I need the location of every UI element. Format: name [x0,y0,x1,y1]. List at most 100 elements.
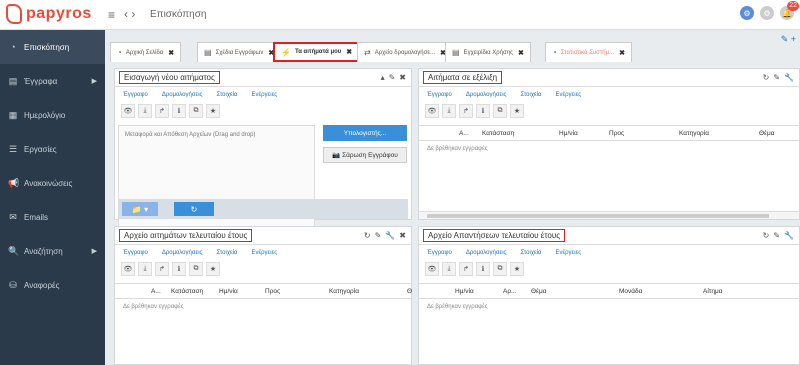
refresh-icon[interactable]: ↻ [364,231,371,240]
close-tab-icon[interactable]: ✖ [518,49,524,57]
tab-4[interactable]: ▤ Εγχειρίδια Χρήσης ✖ [445,42,531,62]
subnav-link[interactable]: Ενέργειες [251,92,277,101]
subnav-link[interactable]: Στοιχεία [216,250,237,259]
wrench-icon[interactable]: 🔧 [385,231,395,240]
scrollbar-thumb[interactable] [427,214,769,218]
download-icon[interactable]: ⤓ [442,104,456,118]
copy-icon[interactable]: ⧉ [189,104,203,118]
subnav-link[interactable]: Δρομολογήσεις [466,92,507,101]
column-header[interactable]: Κατηγορία [329,288,359,295]
horizontal-scrollbar[interactable] [419,211,799,219]
subnav-link[interactable]: Ενέργειες [251,250,277,259]
share-icon[interactable]: ↱ [459,104,473,118]
subnav-link[interactable]: Στοιχεία [520,92,541,101]
download-icon[interactable]: ⤓ [138,262,152,276]
view-icon[interactable]: 👁 [121,262,135,276]
edit-icon[interactable]: ✎ [389,73,396,82]
wrench-icon[interactable]: 🔧 [784,73,794,82]
share-icon[interactable]: ↱ [155,262,169,276]
column-header[interactable]: Μονάδα [619,288,642,295]
column-header[interactable]: Αίτημα [703,288,722,295]
close-icon[interactable]: ✖ [399,231,406,240]
subnav-link[interactable]: Έγγραφο [123,92,148,101]
subnav-link[interactable]: Ενέργειες [555,250,581,259]
star-icon[interactable]: ★ [510,104,524,118]
star-icon[interactable]: ★ [206,104,220,118]
close-tab-icon[interactable]: ✖ [619,49,625,57]
column-header[interactable]: Αρ... [503,288,516,295]
column-header[interactable]: Α... [151,288,161,295]
copy-icon[interactable]: ⧉ [189,262,203,276]
gear-icon[interactable]: ⚙ [760,6,774,20]
star-icon[interactable]: ★ [510,262,524,276]
nav-arrows[interactable]: ‹ › [124,7,135,21]
wrench-icon[interactable]: 🔧 [784,231,794,240]
sidebar-item-2[interactable]: ▦ Ημερολόγιο [0,98,105,132]
sidebar-item-3[interactable]: ☰ Εργασίες [0,132,105,166]
sidebar-item-4[interactable]: 📢 Ανακοινώσεις [0,166,105,200]
collapse-icon[interactable]: ▴ [381,73,385,82]
info-icon[interactable]: ℹ [172,262,186,276]
column-header[interactable]: Κατάσταση [482,130,514,137]
close-tab-icon[interactable]: ✖ [346,48,352,56]
panel-tools[interactable]: ↻ ✎ 🔧 [763,231,794,240]
sidebar-item-6[interactable]: 🔍 Αναζήτηση ▶ [0,234,105,268]
edit-icon[interactable]: ✎ [773,73,780,82]
panel-tools[interactable]: ▴ ✎ ✖ [381,73,406,82]
logo[interactable]: papyros [6,4,92,24]
subnav-link[interactable]: Στοιχεία [216,92,237,101]
info-icon[interactable]: ℹ [476,262,490,276]
column-header[interactable]: Α... [459,130,469,137]
star-icon[interactable]: ★ [206,262,220,276]
refresh-button[interactable]: ↻ [174,202,214,216]
settings-icon[interactable]: ⚙ [740,6,754,20]
notifications-bell-icon[interactable]: 🔔 22 [780,1,799,20]
folder-button[interactable]: 📁 ▾ [122,202,158,216]
column-header[interactable]: Ημ/νία [559,130,578,137]
edit-icon[interactable]: ✎ [773,231,780,240]
tab-tools[interactable]: ✎ + [781,34,796,45]
column-header[interactable]: Θέμα [531,288,546,295]
info-icon[interactable]: ℹ [476,104,490,118]
panel-tools[interactable]: ↻ ✎ 🔧 ✖ [364,231,406,240]
subnav-link[interactable]: Δρομολογήσεις [466,250,507,259]
edit-icon[interactable]: ✎ [375,231,382,240]
scan-document-button[interactable]: 📷 Σάρωση Εγγράφου [323,147,407,163]
tab-0[interactable]: ◔ Αρχική Σελίδα ✖ [110,42,182,62]
subnav-link[interactable]: Έγγραφο [427,250,452,259]
copy-icon[interactable]: ⧉ [493,104,507,118]
column-header[interactable]: Προς [265,288,280,295]
subnav-link[interactable]: Δρομολογήσεις [162,92,203,101]
refresh-icon[interactable]: ↻ [763,73,770,82]
download-icon[interactable]: ⤓ [138,104,152,118]
tab-5[interactable]: ◔ Στατιστικά Συστήμ... ✖ [545,42,632,62]
view-icon[interactable]: 👁 [425,104,439,118]
share-icon[interactable]: ↱ [155,104,169,118]
subnav-link[interactable]: Ενέργειες [555,92,581,101]
sidebar-item-0[interactable]: ◔ Επισκόπηση [0,30,105,64]
refresh-icon[interactable]: ↻ [763,231,770,240]
close-icon[interactable]: ✖ [399,73,406,82]
column-header[interactable]: Κατάσταση [171,288,203,295]
sidebar-item-1[interactable]: ▤ Έγγραφα ▶ [0,64,105,98]
copy-icon[interactable]: ⧉ [493,262,507,276]
sidebar-item-7[interactable]: ⛁ Αναφορές [0,268,105,302]
tab-3[interactable]: ⇄ Αρχείο δρομολογήσε... ✖ [357,42,453,62]
column-header[interactable]: Προς [609,130,624,137]
tab-2[interactable]: ⚡ Τα αιτήματά μου ✖ [273,42,361,62]
hamburger-menu-icon[interactable]: ≡ [108,8,115,22]
dropzone[interactable]: Μεταφορά και Απόθεση Αρχείων (Drag and d… [118,125,315,237]
computer-upload-button[interactable]: Υπολογιστής... [323,125,407,141]
column-header[interactable]: Κατηγορία [679,130,709,137]
subnav-link[interactable]: Έγγραφο [427,92,452,101]
subnav-link[interactable]: Στοιχεία [520,250,541,259]
subnav-link[interactable]: Έγγραφο [123,250,148,259]
tab-1[interactable]: ▤ Σχέδια Εγγράφων ✖ [197,42,282,62]
column-header[interactable]: Θ [407,288,412,295]
subnav-link[interactable]: Δρομολογήσεις [162,250,203,259]
info-icon[interactable]: ℹ [172,104,186,118]
share-icon[interactable]: ↱ [459,262,473,276]
view-icon[interactable]: 👁 [121,104,135,118]
close-tab-icon[interactable]: ✖ [168,49,174,57]
column-header[interactable]: Ημ/νία [455,288,474,295]
